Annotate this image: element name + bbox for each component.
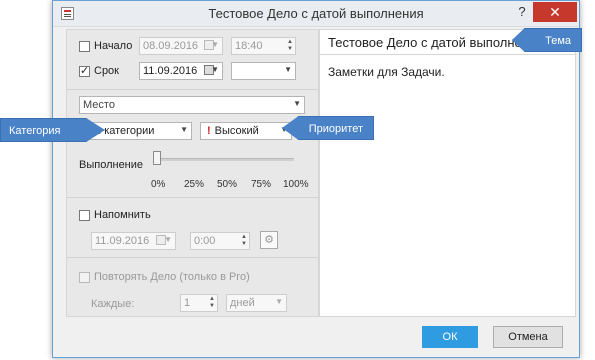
progress-slider-track[interactable] (153, 158, 294, 161)
spinner-icon[interactable]: ▲ ▼ (240, 234, 248, 248)
start-label: Начало (94, 40, 133, 52)
help-button[interactable]: ? (512, 3, 532, 21)
subject-callout: Тема (512, 28, 582, 52)
progress-slider-thumb[interactable] (153, 151, 161, 165)
repeat-checkbox[interactable] (79, 272, 90, 283)
priority-select[interactable]: ! Высокий ▼ (200, 122, 292, 140)
properties-panel: Начало 08.09.2016 ▼ 18:40 ▲▼ Срок 11.09.… (66, 29, 319, 317)
divider (67, 89, 318, 90)
repeat-unit-select[interactable]: дней ▼ (226, 294, 287, 312)
spinner-icon[interactable]: ▲ ▼ (208, 296, 216, 310)
start-date-field[interactable]: 08.09.2016 ▼ (139, 37, 223, 55)
divider (67, 197, 318, 198)
reminder-checkbox[interactable] (79, 210, 90, 221)
start-date-value: 08.09.2016 (143, 40, 199, 52)
reminder-date-value: 11.09.2016 (95, 235, 150, 247)
window-title: Тестовое Дело с датой выполнения (208, 6, 424, 21)
dialog-footer: ОК Отмена (53, 317, 579, 357)
priority-icon: ! (207, 125, 211, 137)
progress-tick: 75% (251, 179, 272, 190)
location-select[interactable]: Место ▼ (79, 96, 305, 114)
due-checkbox[interactable] (79, 64, 90, 77)
title-bar: Тестовое Дело с датой выполнения ? ✕ (53, 1, 579, 27)
notes-text[interactable]: Заметки для Задачи. (328, 65, 445, 79)
priority-callout: Приоритет (282, 116, 374, 140)
location-placeholder: Место (83, 99, 115, 111)
divider (67, 257, 318, 258)
repeat-unit-value: дней (230, 297, 255, 309)
reminder-time-value: 0:00 (194, 235, 216, 247)
progress-tick: 50% (217, 179, 238, 190)
reminder-label: Напомнить (94, 209, 151, 221)
due-date-value: 11.09.2016 (143, 65, 198, 77)
chevron-down-icon: ▼ (211, 65, 219, 74)
content-panel: Тестовое Дело с датой выполнения Заметки… (319, 29, 576, 317)
cancel-button[interactable]: Отмена (493, 326, 563, 348)
due-date-field[interactable]: 11.09.2016 ▼ (139, 62, 223, 80)
sound-settings-icon[interactable]: ⚙ (260, 231, 278, 249)
repeat-label: Повторять Дело (только в Pro) (94, 271, 250, 283)
chevron-down-icon: ▼ (275, 297, 283, 306)
reminder-date-field[interactable]: 11.09.2016 ▼ (91, 232, 176, 250)
repeat-count-value: 1 (184, 297, 191, 309)
close-button[interactable]: ✕ (533, 2, 577, 22)
priority-value: Высокий (214, 125, 259, 137)
start-checkbox[interactable] (79, 41, 90, 52)
category-callout: Категория (0, 118, 105, 142)
chevron-down-icon: ▼ (180, 125, 188, 134)
start-time-field[interactable]: 18:40 ▲ ▼ (231, 37, 296, 55)
task-dialog: Тестовое Дело с датой выполнения ? ✕ Нач… (52, 0, 580, 358)
start-time-value: 18:40 (235, 40, 263, 52)
reminder-time-field[interactable]: 0:00 ▲ ▼ (190, 232, 250, 250)
ok-button[interactable]: ОК (422, 326, 478, 348)
repeat-count-field[interactable]: 1 ▲ ▼ (180, 294, 218, 312)
chevron-down-icon: ▼ (211, 40, 219, 49)
due-label: Срок (94, 65, 119, 77)
chevron-down-icon: ▼ (164, 235, 172, 244)
spinner-icon[interactable]: ▲ ▼ (286, 39, 294, 53)
repeat-every-label: Каждые: (91, 298, 135, 310)
chevron-down-icon: ▼ (284, 65, 292, 74)
progress-tick: 25% (184, 179, 205, 190)
progress-label: Выполнение (79, 159, 144, 171)
progress-tick: 100% (283, 179, 309, 190)
progress-tick: 0% (151, 179, 166, 190)
chevron-down-icon: ▼ (293, 99, 301, 108)
due-time-field[interactable]: ▼ (231, 62, 296, 80)
